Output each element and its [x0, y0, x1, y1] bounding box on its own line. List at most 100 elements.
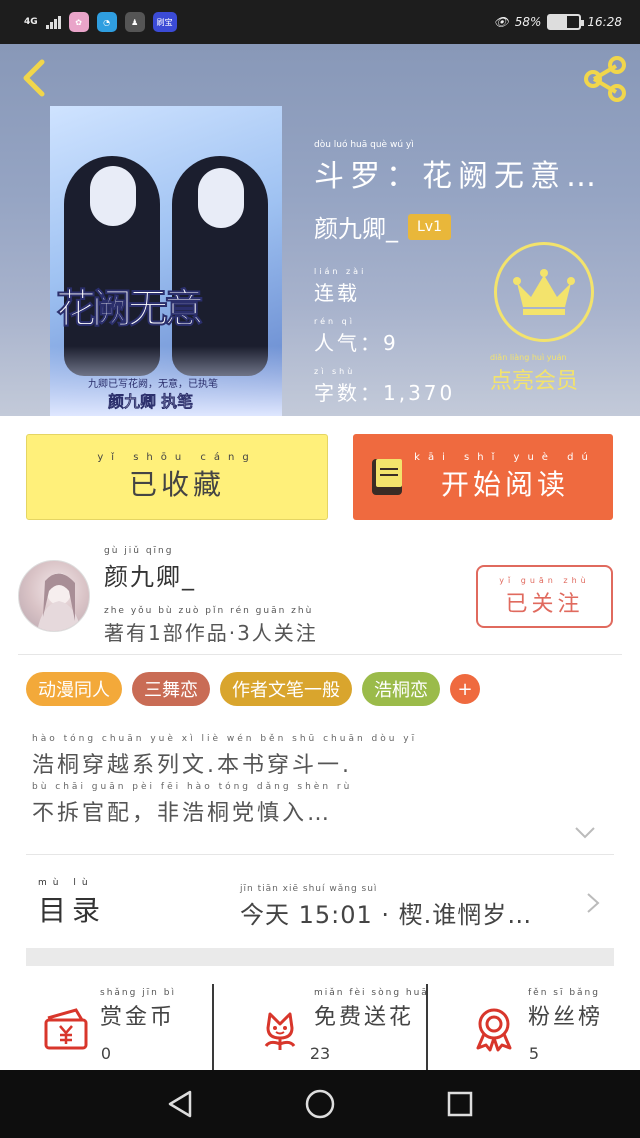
- stat-count: 0: [100, 1044, 112, 1063]
- latest-chapter-pinyin: jīn tiān xiē shuí wǎng suì: [240, 884, 378, 894]
- description-pinyin-2: bù chāi guān pèi fēi hào tóng dǎng shèn …: [32, 782, 353, 792]
- cover-title: 花阙无意: [55, 285, 205, 333]
- share-button[interactable]: [582, 56, 628, 102]
- book-title: dòu luó huā què wú yì 斗罗：花阙无意…: [314, 140, 624, 195]
- fan-ranking-button[interactable]: fěn sī bǎng 粉丝榜 5: [426, 984, 640, 1070]
- expand-chevron-icon[interactable]: [574, 826, 596, 840]
- support-stats: shǎng jīn bì 赏金币 0 miǎn fèi sòng huā 免费送…: [0, 984, 640, 1070]
- collect-button[interactable]: yǐ shōu cáng 已收藏: [26, 434, 328, 520]
- send-flower-button[interactable]: miǎn fèi sòng huā 免费送花 23: [212, 984, 429, 1070]
- signal-icon: [45, 15, 61, 29]
- avatar-image: [37, 573, 81, 631]
- header-author-name[interactable]: 颜九卿_: [314, 209, 398, 244]
- reward-coins-button[interactable]: shǎng jīn bì 赏金币 0: [0, 984, 212, 1070]
- stat-pinyin: miǎn fèi sòng huā: [314, 988, 429, 998]
- follow-button[interactable]: yǐ guān zhù 已关注: [476, 565, 613, 628]
- collect-pinyin: yǐ shōu cáng: [97, 451, 257, 463]
- header-author-row: 颜九卿_ Lv1: [314, 209, 451, 244]
- status-bar: 4G ✿ ◔ ♟ 刷宝 👁 58% 16:28: [0, 0, 640, 44]
- popularity: rén qì 人气：9: [314, 316, 399, 356]
- follow-label: 已关注: [505, 592, 584, 617]
- system-nav-bar: [0, 1070, 640, 1138]
- popularity-text: 人气：9: [314, 331, 399, 355]
- nav-recents-button[interactable]: [440, 1084, 480, 1124]
- back-arrow-icon: [23, 59, 45, 97]
- level-badge: Lv1: [408, 213, 451, 240]
- author-name-text: 颜九卿_: [104, 563, 196, 591]
- serial-status-pinyin: lián zài: [314, 267, 367, 276]
- battery-percent: 58%: [514, 15, 542, 29]
- word-count-pinyin: zì shù: [314, 367, 356, 376]
- cover-author: 颜九卿 执笔: [107, 392, 194, 412]
- word-count: zì shù 字数：1,370: [314, 366, 455, 406]
- book-icon: [372, 459, 403, 495]
- clock: 16:28: [587, 15, 622, 29]
- tag-item[interactable]: 浩桐恋: [362, 672, 440, 706]
- nav-back-button[interactable]: [160, 1084, 200, 1124]
- battery-icon: [547, 14, 585, 30]
- tag-item[interactable]: 三舞恋: [132, 672, 210, 706]
- vip-crown-button[interactable]: [494, 242, 594, 342]
- stat-label-text: 免费送花: [314, 1005, 415, 1030]
- serial-status-text: 连载: [314, 281, 360, 305]
- tag-item[interactable]: 作者文笔一般: [220, 672, 352, 706]
- latest-chapter: jīn tiān xiē shuí wǎng suì 今天 15:01 · 楔.…: [240, 884, 532, 930]
- circle-home-icon: [305, 1089, 335, 1119]
- stat-pinyin: shǎng jīn bì: [100, 988, 176, 998]
- divider: [18, 654, 622, 655]
- stat-count: 23: [309, 1044, 331, 1063]
- book-header: 花阙无意 九卿已写花阙，无意，已执笔 颜九卿 执笔 dòu luó huā qu…: [0, 44, 640, 416]
- share-icon: [584, 56, 626, 102]
- catalog-text: 目录: [38, 894, 107, 927]
- catalog-pinyin: mù lù: [38, 878, 94, 888]
- catalog-label: mù lù 目录: [38, 878, 106, 929]
- read-label: 开始阅读: [440, 467, 569, 501]
- stat-label: shǎng jīn bì 赏金币: [100, 988, 176, 1031]
- stat-label-text: 粉丝榜: [528, 1005, 604, 1030]
- book-title-text: 斗罗：花阙无意…: [314, 159, 602, 194]
- stat-label: fěn sī bǎng 粉丝榜: [528, 988, 603, 1031]
- back-button[interactable]: [16, 58, 52, 98]
- tag-item[interactable]: 动漫同人: [26, 672, 122, 706]
- section-separator: [26, 948, 614, 966]
- vip-pinyin: diǎn liàng huì yuán: [490, 353, 567, 362]
- nav-home-button[interactable]: [300, 1084, 340, 1124]
- shuabao-app-icon: 刷宝: [152, 12, 177, 32]
- divider: [26, 854, 614, 855]
- latest-chapter-text: 今天 15:01 · 楔.谁惘岁…: [240, 901, 533, 929]
- vip-text: 点亮会员: [490, 369, 579, 394]
- vip-label[interactable]: diǎn liàng huì yuán 点亮会员: [490, 352, 578, 395]
- browser-app-icon: ◔: [96, 12, 117, 32]
- qq-app-icon: ♟: [124, 12, 145, 32]
- crown-icon: [513, 269, 575, 315]
- triangle-back-icon: [168, 1090, 192, 1118]
- author-name[interactable]: gù jiǔ qīng 颜九卿_: [104, 546, 196, 592]
- author-name-pinyin: gù jiǔ qīng: [104, 546, 174, 556]
- author-stats: zhe yǒu bù zuò pǐn rén guān zhù 著有1部作品·3…: [104, 606, 318, 646]
- gallery-app-icon: ✿: [68, 12, 89, 32]
- follow-pinyin: yǐ guān zhù: [499, 576, 590, 585]
- serial-status: lián zài 连载: [314, 266, 366, 306]
- cover-face-left: [90, 166, 136, 226]
- book-title-pinyin: dòu luó huā què wú yì: [314, 140, 414, 150]
- description-line-2: 不拆官配，非浩桐党慎入…: [32, 801, 333, 826]
- tag-list: 动漫同人 三舞恋 作者文笔一般 浩桐恋 +: [26, 672, 480, 706]
- battery-fill: [549, 16, 567, 28]
- avatar[interactable]: [18, 560, 90, 632]
- stat-count: 5: [528, 1044, 540, 1063]
- book-description[interactable]: hào tóng chuān yuè xì liè wén běn shū ch…: [32, 734, 592, 834]
- word-count-text: 字数：1,370: [314, 381, 456, 405]
- book-cover[interactable]: 花阙无意 九卿已写花阙，无意，已执笔 颜九卿 执笔: [50, 106, 282, 416]
- stat-label: miǎn fèi sòng huā 免费送花: [314, 988, 429, 1031]
- network-type: 4G: [24, 16, 38, 27]
- author-stats-pinyin: zhe yǒu bù zuò pǐn rén guān zhù: [104, 606, 314, 616]
- read-pinyin: kāi shǐ yuè dú: [414, 451, 596, 463]
- add-tag-button[interactable]: +: [450, 674, 480, 704]
- stat-label-text: 赏金币: [100, 1005, 176, 1030]
- catalog-row[interactable]: mù lù 目录 jīn tiān xiē shuí wǎng suì 今天 1…: [26, 870, 614, 944]
- chevron-right-icon: [587, 893, 600, 913]
- popularity-pinyin: rén qì: [314, 317, 355, 326]
- cover-face-right: [198, 168, 244, 228]
- eye-comfort-icon: 👁: [493, 15, 509, 29]
- start-reading-button[interactable]: kāi shǐ yuè dú 开始阅读: [353, 434, 613, 520]
